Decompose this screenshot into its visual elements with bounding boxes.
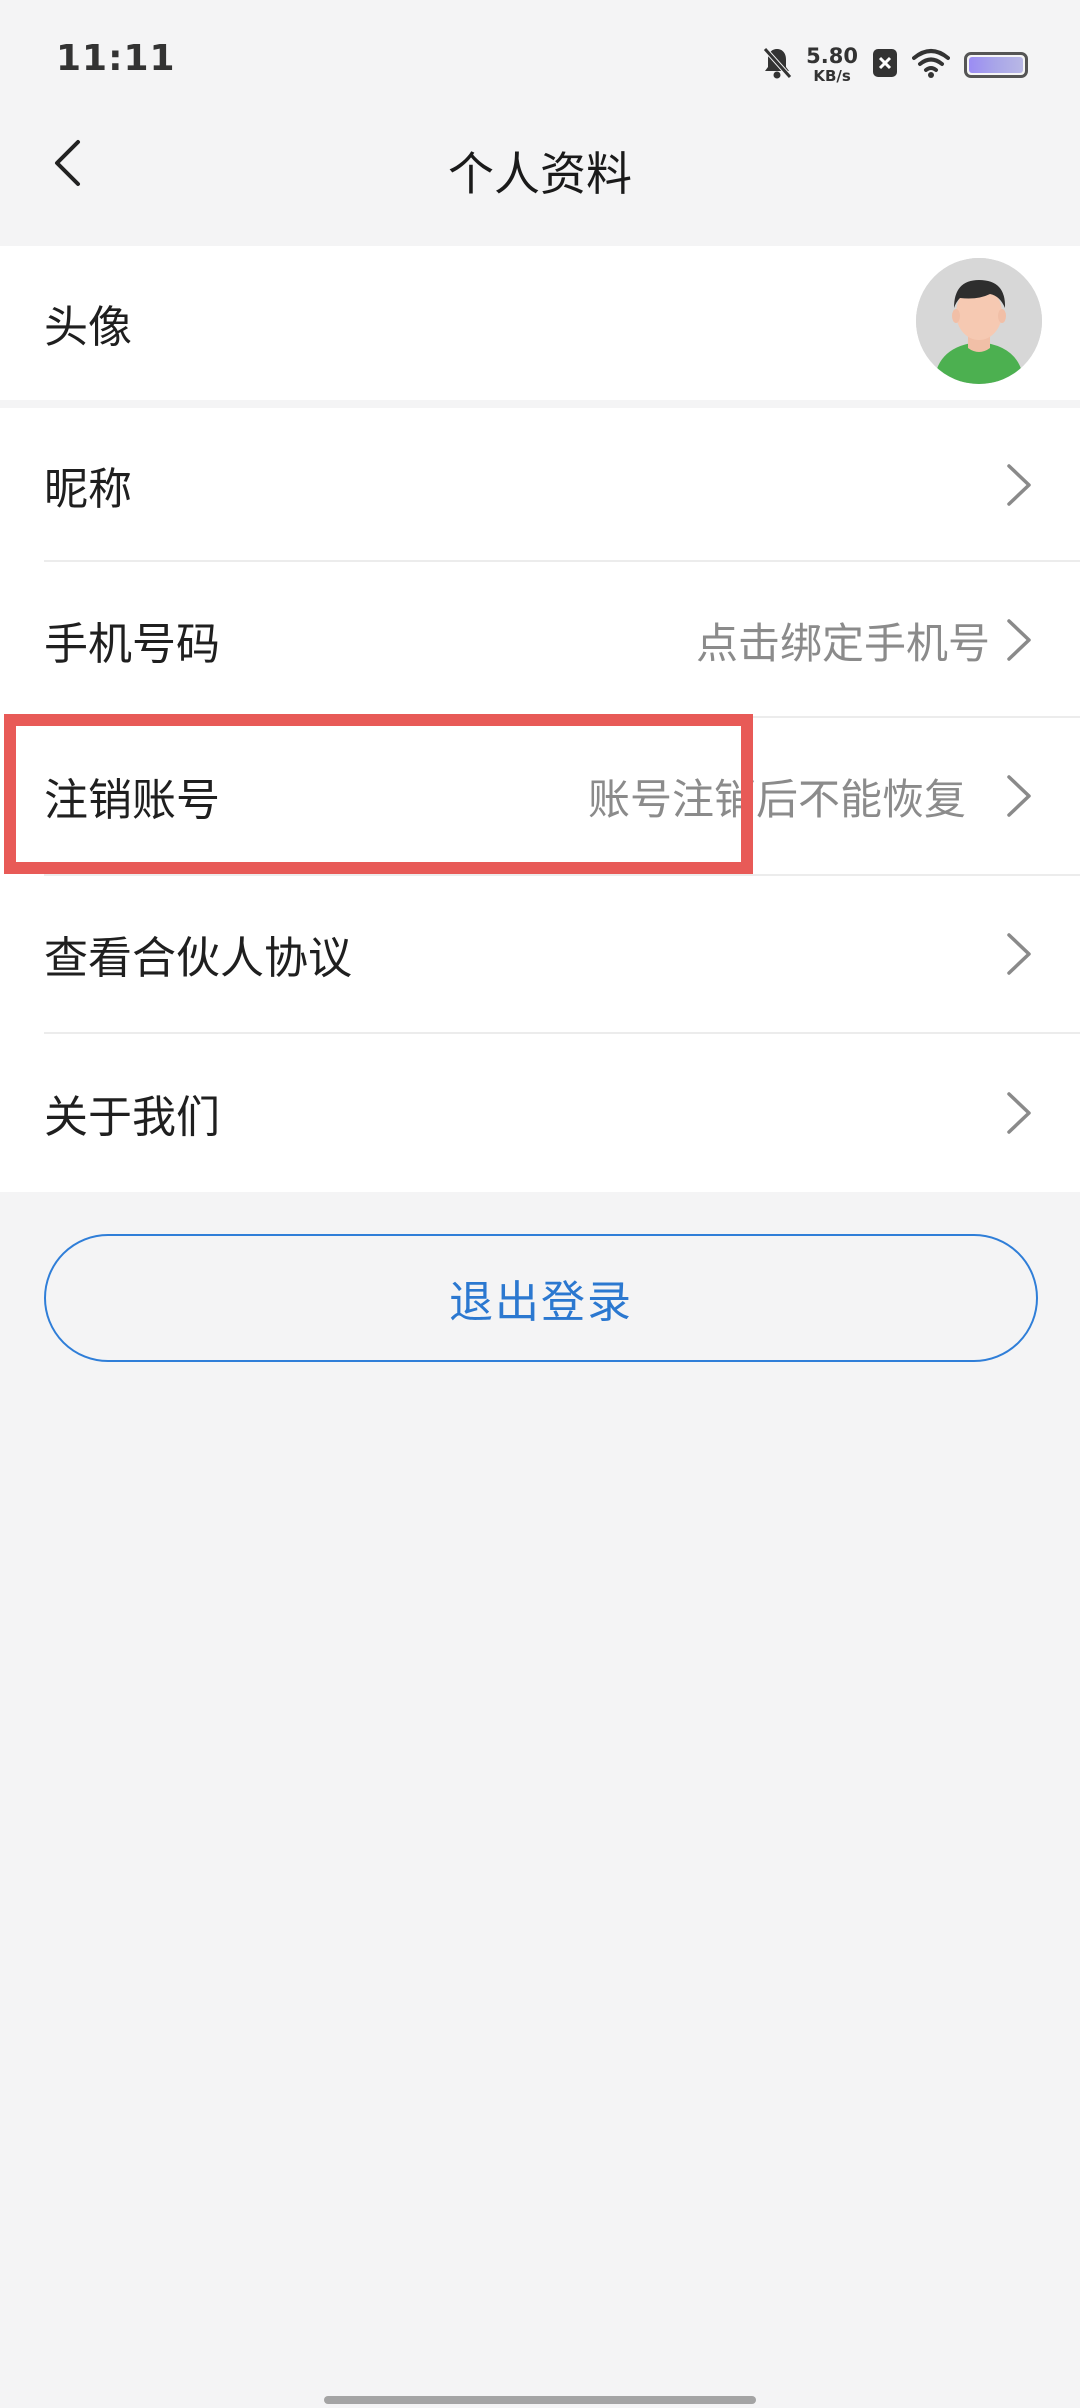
page-title: 个人资料 xyxy=(448,147,632,201)
x-box-icon xyxy=(872,48,898,82)
chevron-right-icon xyxy=(1004,1090,1034,1136)
row-label-delete-account: 注销账号 xyxy=(44,775,220,826)
row-phone-number[interactable]: 手机号码 点击绑定手机号 xyxy=(0,562,1080,718)
row-label-avatar: 头像 xyxy=(44,302,132,353)
net-speed-value: 5.80 xyxy=(806,44,858,68)
row-label-about-us: 关于我们 xyxy=(44,1092,220,1143)
title-bar: 个人资料 xyxy=(0,118,1080,208)
row-label-nickname: 昵称 xyxy=(44,464,132,515)
logout-button[interactable]: 退出登录 xyxy=(44,1234,1038,1362)
profile-settings-list: 头像 昵称 手机号码 点击绑定手机号 注销账号 账号注销后不能恢复 查看合伙人协… xyxy=(0,246,1080,1192)
wifi-icon xyxy=(912,48,950,82)
row-label-phone-number: 手机号码 xyxy=(44,619,220,670)
delete-account-warning: 账号注销后不能恢复 xyxy=(587,774,966,824)
screen: 11:11 5.80 KB/s 个人资料 头像 昵称 手机号码 点击绑定手机号 … xyxy=(0,0,1080,2408)
chevron-right-icon xyxy=(1004,617,1034,663)
net-speed-unit: KB/s xyxy=(813,67,851,85)
row-about-us[interactable]: 关于我们 xyxy=(0,1034,1080,1192)
chevron-right-icon xyxy=(1004,462,1034,508)
chevron-right-icon xyxy=(1004,773,1034,819)
row-label-partner-agreement: 查看合伙人协议 xyxy=(44,933,352,984)
battery-icon xyxy=(964,52,1028,78)
section-gap xyxy=(0,400,1080,408)
bell-muted-icon xyxy=(762,46,793,84)
avatar[interactable] xyxy=(916,258,1042,384)
row-nickname[interactable]: 昵称 xyxy=(0,408,1080,562)
phone-binding-hint: 点击绑定手机号 xyxy=(695,618,990,668)
battery-level xyxy=(969,57,1023,73)
row-avatar[interactable]: 头像 xyxy=(0,246,1080,400)
row-partner-agreement[interactable]: 查看合伙人协议 xyxy=(0,876,1080,1032)
home-indicator[interactable] xyxy=(324,2396,756,2404)
status-bar: 11:11 5.80 KB/s xyxy=(0,0,1080,118)
chevron-right-icon xyxy=(1004,931,1034,977)
net-speed: 5.80 KB/s xyxy=(806,46,858,84)
logout-label: 退出登录 xyxy=(449,1277,633,1328)
status-icons: 5.80 KB/s xyxy=(762,40,1028,90)
status-time: 11:11 xyxy=(56,38,176,79)
row-delete-account[interactable]: 注销账号 账号注销后不能恢复 xyxy=(0,718,1080,874)
